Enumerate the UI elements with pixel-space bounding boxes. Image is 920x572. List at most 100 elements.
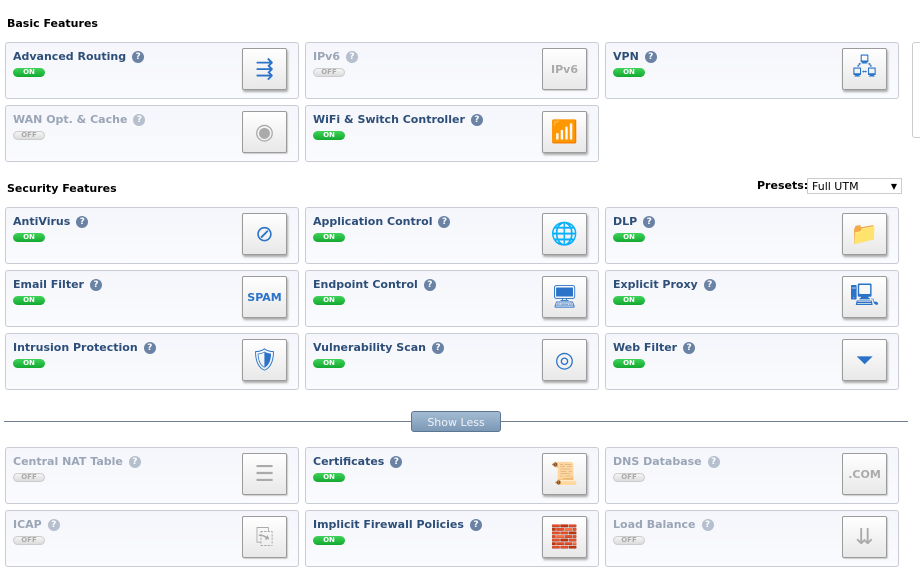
feature-name: VPN? [613,50,657,63]
proxy-icon: 🖳 [842,276,887,318]
feature-name: ICAP? [13,518,60,531]
certificate-icon-glyph: 📜 [550,461,579,487]
presets-label: Presets: [757,179,809,192]
feature-card-application-control[interactable]: Application Control? ON 🌐 [305,207,599,264]
feature-name: Application Control? [313,215,451,228]
feature-label: Application Control [313,215,433,228]
feature-card-email-filter[interactable]: Email Filter? ON SPAM [5,270,299,327]
help-icon[interactable]: ? [390,456,403,468]
help-icon[interactable]: ? [643,216,656,228]
feature-label: Intrusion Protection [13,341,138,354]
feature-name: Intrusion Protection? [13,341,156,354]
feature-toggle[interactable]: ON [13,68,45,77]
feature-toggle[interactable]: ON [613,233,645,242]
feature-label: Certificates [313,455,385,468]
help-icon[interactable]: ? [89,279,102,291]
shield-icon-glyph: 🛡 [250,347,279,373]
feature-toggle[interactable]: OFF [613,536,645,545]
feature-toggle[interactable]: ON [613,68,645,77]
feature-label: WAN Opt. & Cache [13,113,128,126]
certificate-icon: 📜 [542,453,587,495]
help-icon[interactable]: ? [469,519,482,531]
feature-label: AntiVirus [13,215,71,228]
feature-card-explicit-proxy[interactable]: Explicit Proxy? ON 🖳 [605,270,899,327]
feature-card-certificates[interactable]: Certificates? ON 📜 [305,447,599,504]
help-icon[interactable]: ? [683,342,696,354]
feature-card-vulnerability-scan[interactable]: Vulnerability Scan? ON ◎ [305,333,599,390]
feature-card-vpn[interactable]: VPN? ON 🖧 [605,42,899,99]
help-icon[interactable]: ? [423,279,436,291]
help-icon[interactable]: ? [76,216,89,228]
help-icon[interactable]: ? [132,51,145,63]
feature-toggle[interactable]: ON [13,233,45,242]
dlp-folder-icon: 📁 [842,213,887,255]
feature-toggle[interactable]: OFF [313,68,345,77]
vpn-network-icon-glyph: 🖧 [852,55,877,80]
feature-toggle[interactable]: OFF [13,473,45,482]
feature-label: Load Balance [613,518,696,531]
help-icon[interactable]: ? [47,519,60,531]
feature-card-ipv6[interactable]: IPv6? OFF IPv6 [305,42,599,99]
feature-card-endpoint-control[interactable]: Endpoint Control? ON 🖥 [305,270,599,327]
side-panel [912,42,920,138]
help-icon[interactable]: ? [128,456,141,468]
feature-toggle[interactable]: OFF [613,473,645,482]
feature-card-load-balance[interactable]: Load Balance? OFF ⇊ [605,510,899,567]
basic-features-heading: Basic Features [7,17,98,30]
antivirus-icon-glyph: ⊘ [255,221,274,247]
feature-toggle[interactable]: ON [313,233,345,242]
feature-label: DNS Database [613,455,702,468]
help-icon[interactable]: ? [438,216,451,228]
feature-card-intrusion-protection[interactable]: Intrusion Protection? ON 🛡 [5,333,299,390]
endpoint-icon-glyph: 🖥 [550,284,579,310]
feature-label: Web Filter [613,341,678,354]
help-icon[interactable]: ? [133,114,146,126]
help-icon[interactable]: ? [470,114,483,126]
presets-select[interactable]: Full UTM ▼ [807,178,902,194]
feature-card-implicit-firewall-policies[interactable]: Implicit Firewall Policies? ON 🧱 [305,510,599,567]
feature-label: ICAP [13,518,42,531]
routing-icon-glyph: ⇶ [255,56,274,82]
feature-label: Vulnerability Scan [313,341,427,354]
feature-card-dlp[interactable]: DLP? ON 📁 [605,207,899,264]
help-icon[interactable]: ? [701,519,714,531]
feature-toggle[interactable]: ON [313,131,345,140]
feature-toggle[interactable]: ON [613,296,645,305]
help-icon[interactable]: ? [345,51,358,63]
feature-card-advanced-routing[interactable]: Advanced Routing? ON ⇶ [5,42,299,99]
feature-toggle[interactable]: ON [13,359,45,368]
endpoint-icon: 🖥 [542,276,587,318]
feature-toggle[interactable]: ON [13,296,45,305]
help-icon[interactable]: ? [707,456,720,468]
feature-name: IPv6? [313,50,358,63]
feature-toggle[interactable]: ON [313,473,345,482]
load-balance-icon: ⇊ [842,516,887,558]
help-icon[interactable]: ? [143,342,156,354]
help-icon[interactable]: ? [644,51,657,63]
feature-card-wan-opt-cache[interactable]: WAN Opt. & Cache? OFF ◉ [5,105,299,162]
feature-toggle[interactable]: ON [313,536,345,545]
load-balance-icon-glyph: ⇊ [855,524,874,550]
feature-toggle[interactable]: ON [313,359,345,368]
firewall-icon: 🧱 [542,516,587,558]
feature-card-icap[interactable]: ICAP? OFF ⎘ [5,510,299,567]
feature-toggle[interactable]: OFF [13,131,45,140]
feature-card-central-nat-table[interactable]: Central NAT Table? OFF ☰ [5,447,299,504]
proxy-icon-glyph: 🖳 [849,283,880,308]
show-less-button[interactable]: Show Less [411,411,501,432]
feature-name: WAN Opt. & Cache? [13,113,146,126]
feature-toggle[interactable]: ON [613,359,645,368]
feature-card-web-filter[interactable]: Web Filter? ON ⏷ [605,333,899,390]
feature-label: Advanced Routing [13,50,127,63]
feature-toggle[interactable]: ON [313,296,345,305]
help-icon[interactable]: ? [703,279,716,291]
feature-card-antivirus[interactable]: AntiVirus? ON ⊘ [5,207,299,264]
feature-card-wifi-switch-controller[interactable]: WiFi & Switch Controller? ON 📶 [305,105,599,162]
spam-filter-icon: SPAM [242,276,287,318]
antivirus-icon: ⊘ [242,213,287,255]
feature-toggle[interactable]: OFF [13,536,45,545]
radar-icon-glyph: ◎ [554,347,575,373]
feature-name: Certificates? [313,455,403,468]
feature-card-dns-database[interactable]: DNS Database? OFF .COM [605,447,899,504]
help-icon[interactable]: ? [432,342,445,354]
